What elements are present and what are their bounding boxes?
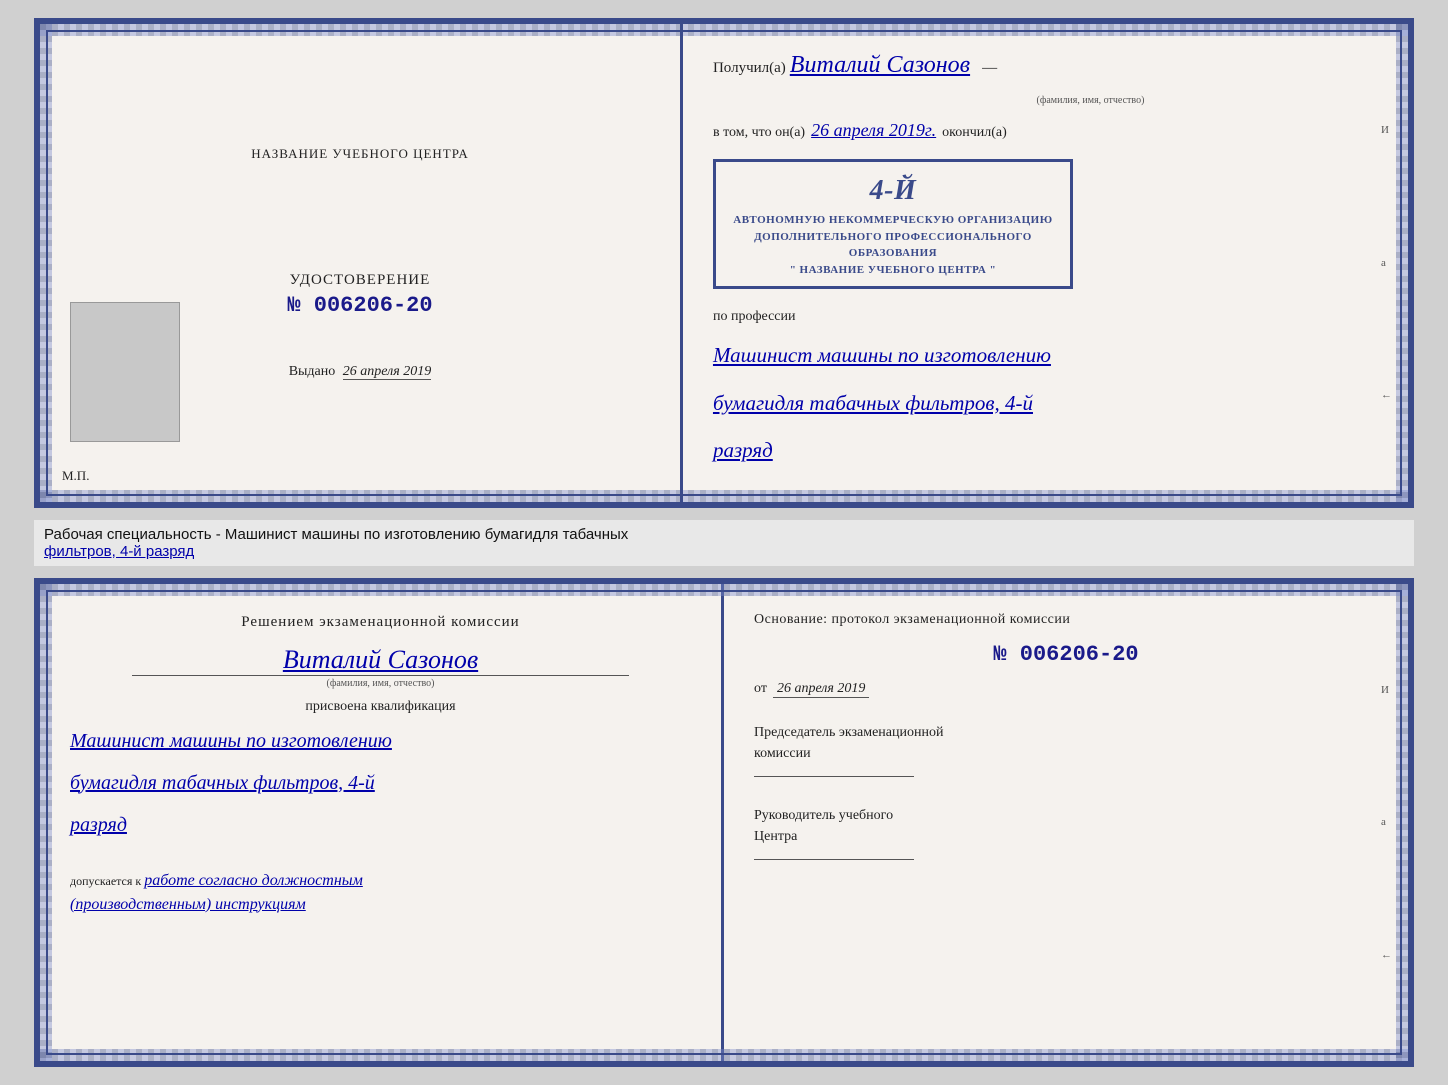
cert-left-panel: НАЗВАНИЕ УЧЕБНОГО ЦЕНТРА УДОСТОВЕРЕНИЕ №… xyxy=(40,24,683,502)
label-text: Рабочая специальность - Машинист машины … xyxy=(44,526,1404,543)
label-text-underlined: фильтров, 4-й разряд xyxy=(44,543,194,560)
profession-line1: Машинист машины по изготовлению xyxy=(713,339,1378,373)
udostoverenie-label: УДОСТОВЕРЕНИЕ xyxy=(287,272,432,289)
side-mark-1: И xyxy=(1381,124,1392,136)
vydano-label: Выдано xyxy=(289,364,336,379)
bottom-left-panel: Решением экзаменационной комиссии Витали… xyxy=(40,584,724,1062)
vtom-line: в том, что он(а) 26 апреля 2019г. окончи… xyxy=(713,120,1378,141)
prisvoena-label: присвоена квалификация xyxy=(70,699,691,715)
ot-date: 26 апреля 2019 xyxy=(773,681,869,698)
label-section: Рабочая специальность - Машинист машины … xyxy=(34,520,1414,566)
vydano-line: Выдано 26 апреля 2019 xyxy=(289,364,432,379)
mp-label: М.П. xyxy=(62,468,89,484)
okonchil-label: окончил(а) xyxy=(942,125,1007,141)
poluchil-label: Получил(а) xyxy=(713,60,786,77)
side-mark-b1: И xyxy=(1381,684,1392,696)
poluchil-line: Получил(а) Виталий Сазонов — xyxy=(713,52,1378,79)
stamp-number: 4-й xyxy=(728,170,1058,212)
osnovanye-label: Основание: протокол экзаменационной коми… xyxy=(754,612,1378,628)
dopuskaetsya-label: допускается к xyxy=(70,874,141,888)
predsedatel-label2: комиссии xyxy=(754,743,1378,764)
qual-line2: бумагидля табачных фильтров, 4-й xyxy=(70,767,691,799)
rukovoditel-signature xyxy=(754,859,914,860)
recipient-name-bottom: Виталий Сазонов xyxy=(283,645,478,674)
stamp-line2: ДОПОЛНИТЕЛЬНОГО ПРОФЕССИОНАЛЬНОГО ОБРАЗО… xyxy=(754,231,1032,260)
qual-line3: разряд xyxy=(70,809,691,841)
side-marks-top: И а ← xyxy=(1381,24,1392,502)
training-center-title: НАЗВАНИЕ УЧЕБНОГО ЦЕНТРА xyxy=(251,146,468,162)
stamp-line3: " НАЗВАНИЕ УЧЕБНОГО ЦЕНТРА " xyxy=(790,264,996,276)
side-mark-2: а xyxy=(1381,257,1392,269)
dop-work2: (производственным) инструкциям xyxy=(70,896,306,913)
protocol-number-bottom: № 006206-20 xyxy=(754,642,1378,667)
rukovoditel-label2: Центра xyxy=(754,826,1378,847)
po-professii-label: по профессии xyxy=(713,309,1378,325)
cert-date-top: 26 апреля 2019г. xyxy=(811,120,936,141)
recipient-sublabel-top: (фамилия, имя, отчество) xyxy=(803,95,1378,106)
ot-line: от 26 апреля 2019 xyxy=(754,681,1378,698)
stamp-box: 4-й АВТОНОМНУЮ НЕКОММЕРЧЕСКУЮ ОРГАНИЗАЦИ… xyxy=(713,159,1073,289)
name-block-bottom: Виталий Сазонов (фамилия, имя, отчество) xyxy=(70,645,691,689)
profession-line3: разряд xyxy=(713,434,1378,468)
predsedatel-signature xyxy=(754,776,914,777)
certificate-top: НАЗВАНИЕ УЧЕБНОГО ЦЕНТРА УДОСТОВЕРЕНИЕ №… xyxy=(34,18,1414,508)
komissia-title: Решением экзаменационной комиссии xyxy=(70,614,691,631)
stamp-line1: АВТОНОМНУЮ НЕКОММЕРЧЕСКУЮ ОРГАНИЗАЦИЮ xyxy=(733,214,1052,226)
profession-line2: бумагидля табачных фильтров, 4-й xyxy=(713,387,1378,421)
cert-right-panel: Получил(а) Виталий Сазонов — (фамилия, и… xyxy=(683,24,1408,502)
predsedatel-label: Председатель экзаменационной xyxy=(754,722,1378,743)
side-mark-3: ← xyxy=(1381,389,1392,401)
recipient-name-top: Виталий Сазонов xyxy=(790,52,970,79)
recipient-sublabel-bottom: (фамилия, имя, отчество) xyxy=(70,678,691,689)
border-left-b xyxy=(40,584,52,1062)
predsedatel-block: Председатель экзаменационной комиссии xyxy=(754,722,1378,777)
dash: — xyxy=(982,60,997,77)
rukovoditel-block: Руководитель учебного Центра xyxy=(754,805,1378,860)
side-mark-b2: а xyxy=(1381,816,1392,828)
cert-number-top: № 006206-20 xyxy=(287,293,432,318)
bottom-right-panel: Основание: протокол экзаменационной коми… xyxy=(724,584,1408,1062)
dop-work: работе согласно должностным xyxy=(144,872,363,889)
label-text-2: фильтров, 4-й разряд xyxy=(44,543,1404,560)
vtom-label: в том, что он(а) xyxy=(713,125,805,141)
rukovoditel-label: Руководитель учебного xyxy=(754,805,1378,826)
dopuskaetsya-block: допускается к работе согласно должностны… xyxy=(70,869,691,917)
qual-line1: Машинист машины по изготовлению xyxy=(70,725,691,757)
label-text-main: Рабочая специальность - Машинист машины … xyxy=(44,526,628,543)
certificate-bottom: Решением экзаменационной комиссии Витали… xyxy=(34,578,1414,1068)
photo-placeholder xyxy=(70,302,180,442)
ot-label: от xyxy=(754,681,767,697)
side-mark-b3: ← xyxy=(1381,949,1392,961)
name-underline xyxy=(132,675,629,676)
side-marks-bottom: И а ← xyxy=(1381,584,1392,1062)
vydano-date: 26 апреля 2019 xyxy=(343,364,431,380)
